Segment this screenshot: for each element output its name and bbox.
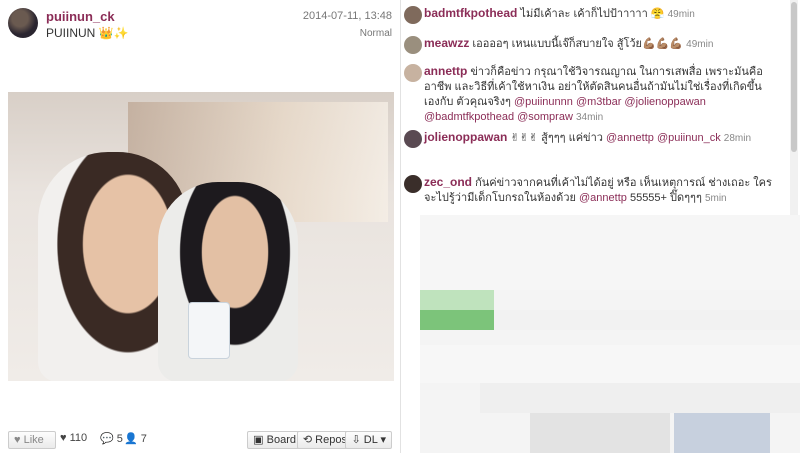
- comment-mention[interactable]: @puiinun_ck: [657, 132, 721, 144]
- post-filter: Normal: [359, 28, 392, 39]
- avatar[interactable]: [8, 8, 38, 38]
- photo-cup: [188, 302, 230, 359]
- comments-count: 💬 5: [100, 432, 123, 445]
- comment-time: 34min: [575, 112, 604, 123]
- download-label: DL: [363, 434, 378, 446]
- comment-avatar[interactable]: [404, 6, 422, 24]
- crown-sparkle-icon: 👑✨: [98, 26, 129, 40]
- comment-avatar[interactable]: [404, 175, 422, 193]
- board-icon: ▣: [253, 434, 264, 446]
- blur-block: [420, 345, 800, 383]
- repost-icon: ⟲: [302, 434, 313, 446]
- comment-item: badmtfkpothead ไม่มีเค้าละ เค้าก็ไปป้าาา…: [404, 6, 774, 24]
- scrollbar-thumb[interactable]: [791, 2, 797, 152]
- blur-block: [480, 383, 800, 413]
- caption-text: PUIINUN: [46, 26, 96, 40]
- comment-item: annettp ข่าวก็คือข่าว กรุณาใช้วิจารณญาณ …: [404, 64, 774, 125]
- blur-block: [420, 310, 494, 330]
- download-button[interactable]: ⇩ DL ▾: [345, 431, 392, 449]
- comment-username[interactable]: badmtfkpothead: [424, 6, 517, 20]
- comments-scrollbar[interactable]: [790, 0, 798, 215]
- comment-avatar[interactable]: [404, 130, 422, 148]
- comment-username[interactable]: zec_ond: [424, 175, 472, 189]
- comment-time: 49min: [667, 9, 695, 20]
- post-panel: puiinun_ck PUIINUN 👑✨ 2014-07-11, 13:48 …: [0, 0, 401, 453]
- blur-block: [494, 310, 800, 330]
- like-button[interactable]: ♥ Like: [8, 431, 56, 449]
- download-icon: ⇩: [351, 434, 361, 446]
- user-icon: 👤: [124, 433, 138, 445]
- comment-text: เออออๆ เหนแบบนี้เจ๊ก็สบายใจ สู้โว้ย💪🏽💪🏽💪…: [472, 38, 684, 50]
- comment-avatar[interactable]: [404, 36, 422, 54]
- comment-time: 49min: [686, 39, 714, 50]
- comment-time: 5min: [704, 193, 727, 204]
- post-header: puiinun_ck PUIINUN 👑✨ 2014-07-11, 13:48 …: [8, 6, 392, 46]
- post-photo[interactable]: [8, 92, 394, 381]
- likes-value: 110: [69, 432, 88, 444]
- blur-block: [530, 413, 670, 453]
- comment-username[interactable]: annettp: [424, 64, 467, 78]
- comment-username[interactable]: meawzz: [424, 36, 469, 50]
- like-label: Like: [23, 434, 44, 446]
- post-caption: PUIINUN 👑✨: [46, 26, 129, 40]
- post-action-bar: ♥ Like ♥ 110 💬 5 👤 7 ▣ Board ⟲ Repost ⇩ …: [8, 431, 392, 449]
- blur-block: [420, 290, 494, 310]
- comment-text: ไม่มีเค้าละ เค้าก็ไปป้าาาาา 😤: [520, 8, 665, 20]
- reposts-count: 👤 7: [124, 432, 147, 445]
- comment-mention[interactable]: @annettp: [579, 192, 627, 204]
- board-button[interactable]: ▣ Board: [247, 431, 302, 449]
- comment-time: 28min: [723, 133, 752, 144]
- blur-block: [674, 413, 770, 453]
- comment-item: jolienoppawan ✌✌✌ สู้ๆๆๆ แค่ข่าว @annett…: [404, 130, 774, 148]
- chevron-down-icon: ▾: [380, 434, 386, 446]
- comment-avatar[interactable]: [404, 64, 422, 82]
- comment-item: zec_ond กันค่ข่าวจากคนที่เค้าไม่ได้อยู่ …: [404, 175, 774, 206]
- reposts-value: 7: [140, 433, 147, 445]
- comment-icon: 💬: [100, 433, 114, 445]
- comment-text: ✌✌✌ สู้ๆๆๆ แค่ข่าว: [510, 132, 603, 144]
- comments-value: 5: [116, 433, 123, 445]
- blurred-content-area: [420, 215, 800, 453]
- heart-icon: ♥: [60, 432, 67, 444]
- blur-block: [420, 215, 800, 290]
- board-label: Board: [266, 434, 296, 446]
- comment-mention[interactable]: @annettp: [606, 132, 654, 144]
- post-date: 2014-07-11, 13:48: [302, 10, 392, 22]
- comments-panel: badmtfkpothead ไม่มีเค้าละ เค้าก็ไปป้าาา…: [402, 0, 800, 453]
- comment-tail: 55555+ ปิ๊ดๆๆๆ: [629, 192, 702, 204]
- comment-item: meawzz เออออๆ เหนแบบนี้เจ๊ก็สบายใจ สู้โว…: [404, 36, 774, 54]
- post-username[interactable]: puiinun_ck: [46, 9, 115, 24]
- comment-username[interactable]: jolienoppawan: [424, 130, 507, 144]
- heart-icon: ♥: [14, 434, 21, 446]
- comment-list: badmtfkpothead ไม่มีเค้าละ เค้าก็ไปป้าาา…: [402, 0, 782, 215]
- likes-count: ♥ 110: [60, 432, 87, 444]
